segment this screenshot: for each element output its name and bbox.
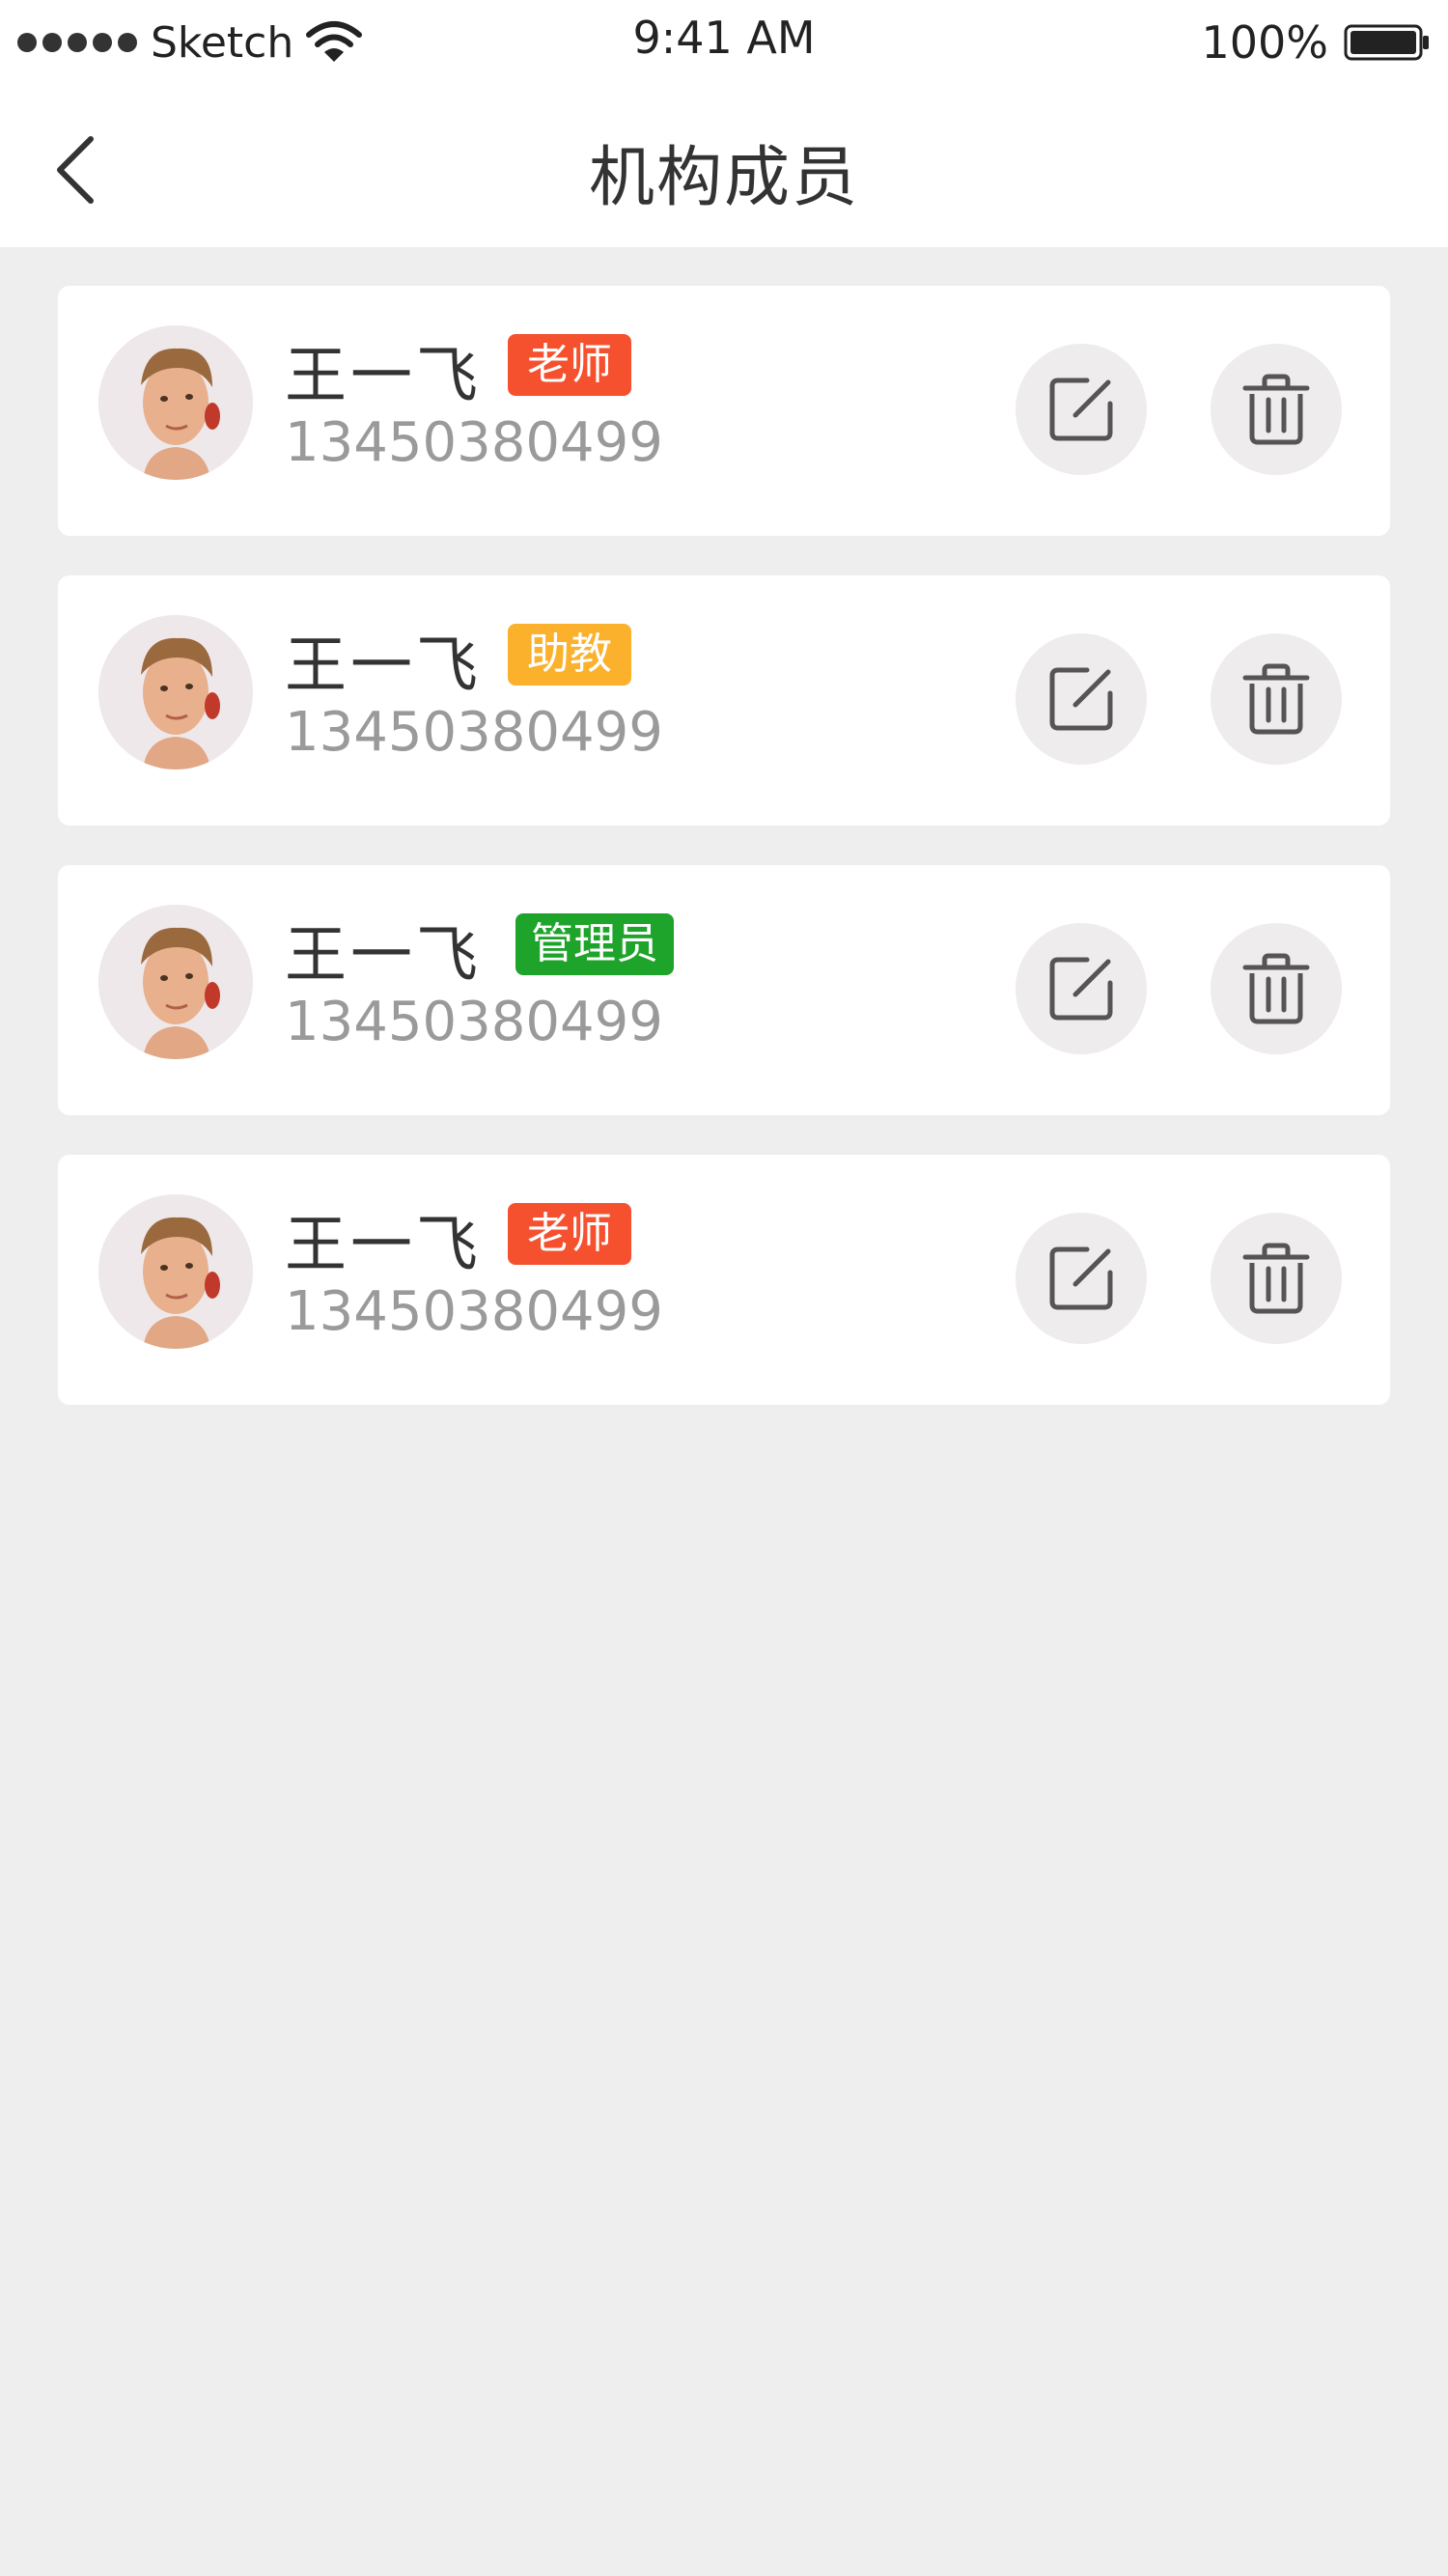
trash-icon — [1242, 1243, 1310, 1314]
member-card[interactable]: 王一飞 管理员 13450380499 — [58, 865, 1390, 1115]
edit-button[interactable] — [1016, 1213, 1147, 1344]
edit-icon — [1049, 957, 1113, 1021]
avatar-image — [98, 905, 253, 1059]
avatar — [98, 905, 253, 1059]
edit-icon — [1049, 378, 1113, 441]
role-badge: 助教 — [508, 624, 631, 686]
member-phone: 13450380499 — [285, 411, 663, 474]
role-badge: 老师 — [508, 1203, 631, 1265]
delete-button[interactable] — [1211, 1213, 1342, 1344]
status-bar: Sketch 9:41 AM 100% — [0, 0, 1448, 83]
member-name: 王一飞 — [285, 341, 482, 412]
member-card[interactable]: 王一飞 助教 13450380499 — [58, 575, 1390, 826]
member-phone: 13450380499 — [285, 991, 663, 1053]
member-name: 王一飞 — [285, 630, 482, 702]
member-name: 王一飞 — [285, 1210, 482, 1281]
role-badge: 老师 — [508, 334, 631, 396]
avatar-image — [98, 615, 253, 770]
edit-icon — [1049, 667, 1113, 731]
status-right: 100% — [1201, 14, 1431, 71]
member-card[interactable]: 王一飞 老师 13450380499 — [58, 1155, 1390, 1405]
battery-icon — [1344, 24, 1429, 61]
delete-button[interactable] — [1211, 633, 1342, 765]
delete-button[interactable] — [1211, 923, 1342, 1054]
member-card[interactable]: 王一飞 老师 13450380499 — [58, 286, 1390, 536]
page-title: 机构成员 — [588, 140, 859, 216]
avatar — [98, 1194, 253, 1349]
trash-icon — [1242, 374, 1310, 445]
avatar — [98, 325, 253, 480]
role-badge: 管理员 — [515, 913, 674, 975]
member-name: 王一飞 — [285, 920, 482, 992]
edit-button[interactable] — [1016, 633, 1147, 765]
edit-button[interactable] — [1016, 344, 1147, 475]
battery-percent: 100% — [1201, 16, 1328, 69]
delete-button[interactable] — [1211, 344, 1342, 475]
trash-icon — [1242, 953, 1310, 1024]
member-phone: 13450380499 — [285, 1280, 663, 1343]
trash-icon — [1242, 663, 1310, 735]
edit-icon — [1049, 1246, 1113, 1310]
avatar — [98, 615, 253, 770]
member-phone: 13450380499 — [285, 701, 663, 764]
nav-bar: 机构成员 — [0, 83, 1448, 247]
avatar-image — [98, 1194, 253, 1349]
avatar-image — [98, 325, 253, 480]
edit-button[interactable] — [1016, 923, 1147, 1054]
